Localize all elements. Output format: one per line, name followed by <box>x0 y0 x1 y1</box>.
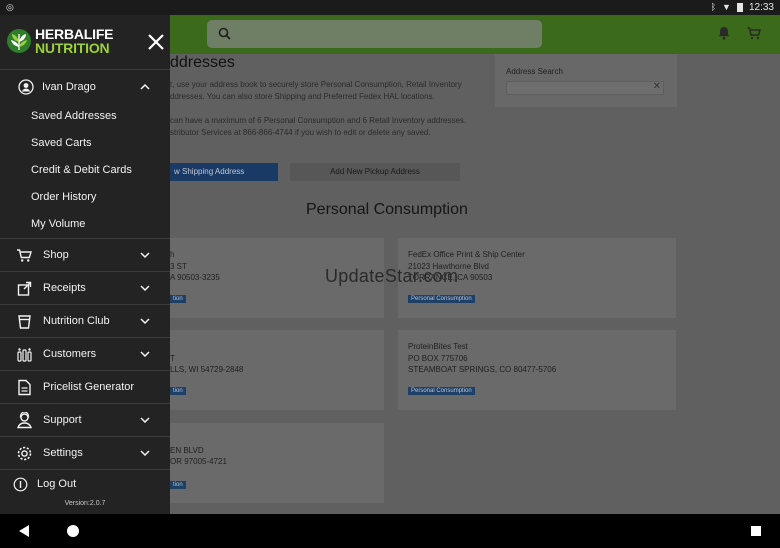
navigation-drawer: HERBALIFE NUTRITION Ivan Drago Saved Add… <box>0 15 170 514</box>
type-badge: tion <box>170 387 186 395</box>
document-icon <box>18 379 31 395</box>
add-pickup-address-button[interactable]: Add New Pickup Address <box>290 163 460 181</box>
herbalife-logo: HERBALIFE NUTRITION <box>6 26 114 56</box>
chevron-down-icon <box>140 417 150 423</box>
chevron-down-icon <box>140 450 150 456</box>
page-title: ddresses <box>170 54 235 71</box>
chevron-down-icon <box>140 318 150 324</box>
add-shipping-address-button[interactable]: w Shipping Address <box>170 163 278 181</box>
user-menu-toggle[interactable]: Ivan Drago <box>0 70 170 103</box>
watermark: UpdateStar.com <box>325 266 459 286</box>
type-badge: tion <box>170 295 186 303</box>
type-badge: tion <box>170 481 186 489</box>
recent-apps-icon[interactable] <box>751 526 761 536</box>
address-line: ProteinBites Test <box>408 342 468 351</box>
menu-label: Nutrition Club <box>43 315 110 327</box>
submenu-saved-carts[interactable]: Saved Carts <box>0 130 170 157</box>
submenu-order-history[interactable]: Order History <box>0 184 170 211</box>
menu-label: Customers <box>43 348 97 360</box>
menu-nutrition-club[interactable]: Nutrition Club <box>0 304 170 337</box>
clear-icon[interactable]: ✕ <box>653 81 661 92</box>
intro-text: can have a maximum of 6 Personal Consump… <box>170 116 467 125</box>
type-badge: Personal Consumption <box>408 387 475 395</box>
logo-wordmark: NUTRITION <box>35 40 110 56</box>
receipt-icon <box>17 281 32 296</box>
menu-settings[interactable]: Settings <box>0 436 170 469</box>
gear-icon <box>17 446 32 460</box>
user-name: Ivan Drago <box>42 80 96 93</box>
menu-receipts[interactable]: Receipts <box>0 271 170 304</box>
menu-shop[interactable]: Shop <box>0 238 170 271</box>
drawer-header: HERBALIFE NUTRITION <box>0 15 170 70</box>
menu-pricelist-generator[interactable]: Pricelist Generator <box>0 370 170 403</box>
chevron-down-icon <box>140 285 150 291</box>
chevron-down-icon <box>140 252 150 258</box>
battery-icon <box>736 3 743 12</box>
customers-icon <box>17 347 32 362</box>
address-line: PO BOX 775706 <box>408 354 468 363</box>
address-line: LLS, WI 54729-2848 <box>170 365 244 374</box>
status-bar: ◎ ᛒ ▼ 12:33 <box>0 0 780 15</box>
submenu-credit-debit-cards[interactable]: Credit & Debit Cards <box>0 157 170 184</box>
home-icon[interactable] <box>67 525 79 537</box>
system-nav-bar <box>0 514 780 548</box>
close-icon[interactable] <box>146 32 166 52</box>
notification-icon: ◎ <box>6 2 14 12</box>
address-line: 3 ST <box>170 262 187 271</box>
leaf-logo-icon <box>7 29 31 53</box>
section-title: Personal Consumption <box>306 201 468 218</box>
address-line: EN BLVD <box>170 446 204 455</box>
bluetooth-icon: ᛒ <box>710 2 717 12</box>
logout-button[interactable]: Log Out <box>0 469 170 498</box>
menu-label: Pricelist Generator <box>43 381 135 393</box>
menu-label: Settings <box>43 447 83 459</box>
submenu-saved-addresses[interactable]: Saved Addresses <box>0 103 170 130</box>
menu-label: Shop <box>43 249 69 261</box>
back-icon[interactable] <box>18 524 30 538</box>
clock: 12:33 <box>748 2 774 13</box>
address-line: T <box>170 354 175 363</box>
wifi-icon: ▼ <box>722 2 731 12</box>
cup-icon <box>18 314 31 329</box>
logout-label: Log Out <box>37 478 77 490</box>
menu-support[interactable]: Support <box>0 403 170 436</box>
address-line: h <box>170 250 175 259</box>
submenu-my-volume[interactable]: My Volume <box>0 211 170 238</box>
app-version: Version:2.0.7 <box>64 500 106 507</box>
search-input[interactable] <box>207 20 542 48</box>
address-card[interactable]: EN BLVD OR 97005-4721 tion <box>160 423 384 503</box>
intro-text: stributor Services at 866-866-4744 if yo… <box>170 128 431 137</box>
search-icon <box>218 27 231 40</box>
address-search-panel: Address Search ✕ <box>495 54 677 107</box>
type-badge: Personal Consumption <box>408 295 475 303</box>
address-card[interactable]: T LLS, WI 54729-2848 tion <box>160 330 384 410</box>
chevron-down-icon <box>140 351 150 357</box>
cart-icon[interactable] <box>746 25 762 41</box>
menu-label: Support <box>43 414 82 426</box>
address-line: FedEx Office Print & Ship Center <box>408 250 525 259</box>
support-icon <box>17 411 32 428</box>
info-icon <box>13 477 28 491</box>
address-search-input[interactable] <box>506 81 664 95</box>
address-line: A 90503-3235 <box>170 273 220 282</box>
menu-customers[interactable]: Customers <box>0 337 170 370</box>
logo-wordmark: HERBALIFE <box>35 26 114 42</box>
bell-icon[interactable] <box>716 25 732 41</box>
address-search-label: Address Search <box>506 67 563 76</box>
address-line: OR 97005-4721 <box>170 457 227 466</box>
intro-text: t, use your address book to securely sto… <box>170 80 462 89</box>
address-card[interactable]: ProteinBites Test PO BOX 775706 STEAMBOA… <box>398 330 676 410</box>
address-line: STEAMBOAT SPRINGS, CO 80477-5706 <box>408 365 557 374</box>
intro-text: ddresses. You can also store Shipping an… <box>170 92 435 101</box>
menu-label: Receipts <box>43 282 86 294</box>
chevron-up-icon <box>140 83 150 90</box>
cart-icon <box>17 248 32 262</box>
user-icon <box>18 78 34 95</box>
